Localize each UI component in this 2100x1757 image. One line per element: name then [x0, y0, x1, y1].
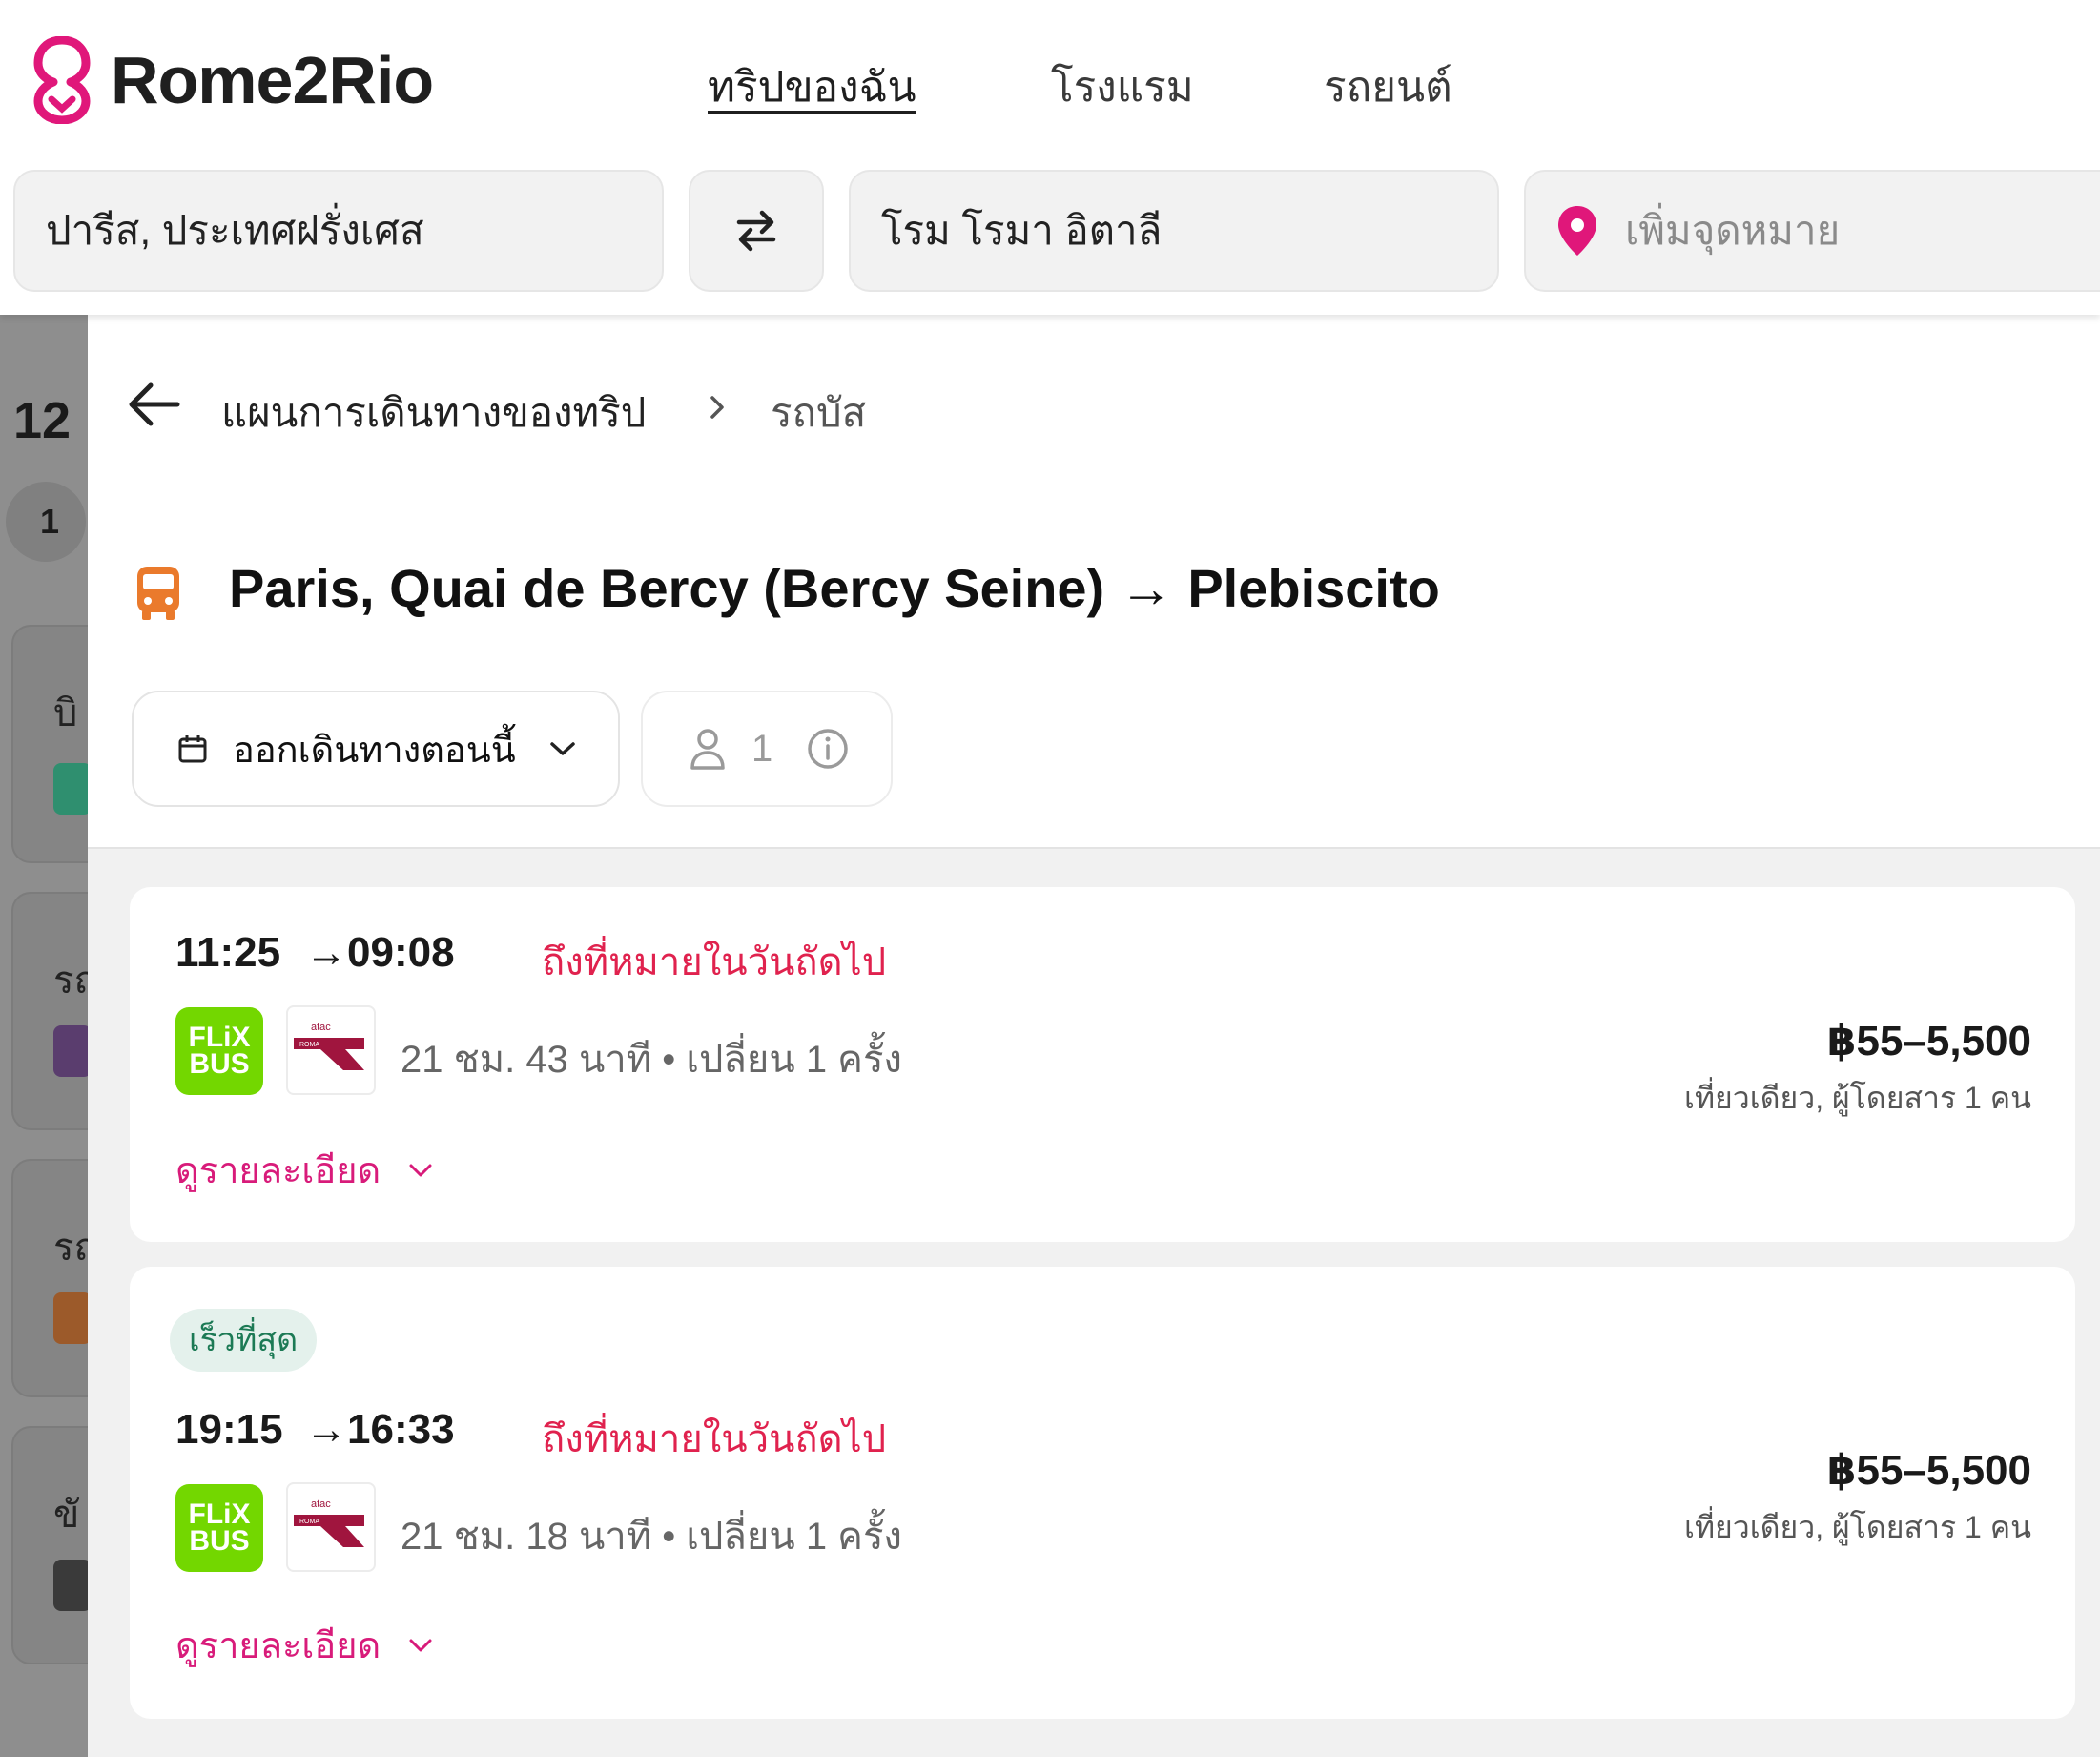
price-note: เที่ยวเดียว, ผู้โดยสาร 1 คน [1684, 1081, 2031, 1115]
chevron-down-icon [549, 742, 575, 755]
view-details-label: ดูรายละเอียด [175, 1151, 381, 1191]
panel-header: แผนการเดินทางของทริป รถบัส Paris, Quai d… [88, 315, 2100, 849]
swap-arrows-icon [736, 210, 776, 252]
nav-hotels[interactable]: โรงแรม [1051, 53, 1194, 120]
back-arrow-icon[interactable] [126, 380, 181, 429]
price-note: เที่ยวเดียว, ผู้โดยสาร 1 คน [1684, 1510, 2031, 1544]
car-icon [53, 1560, 88, 1611]
flixbus-logo-text: BUS [189, 1048, 250, 1080]
breadcrumb-bus: รถบัส [771, 390, 867, 435]
background-card [11, 1159, 88, 1397]
background-step: 1 [6, 482, 86, 562]
plane-icon [53, 763, 88, 815]
calendar-icon [178, 735, 207, 763]
origin-value: ปารีส, ประเทศฝรั่งเศส [46, 208, 424, 253]
flixbus-logo: FLiX BUS [175, 1007, 263, 1095]
info-icon[interactable] [807, 728, 849, 770]
destination-value: โรม โรมา อิตาลี [881, 208, 1163, 253]
arrow-icon: → [305, 1406, 347, 1453]
view-details-link[interactable]: ดูรายละเอียด [175, 1141, 434, 1199]
flixbus-logo-text: BUS [189, 1525, 250, 1557]
atac-logo-icon: atac ROMA [294, 1499, 364, 1547]
duration-transfers: 21 ชม. 43 นาที • เปลี่ยน 1 ครั้ง [401, 1039, 902, 1081]
background-label: ขั [53, 1494, 80, 1536]
bus-options-panel: แผนการเดินทางของทริป รถบัส Paris, Quai d… [88, 315, 2100, 1757]
add-destination-placeholder: เพิ่มจุดหมาย [1625, 208, 1841, 253]
arrival-time: 16:33 [347, 1406, 455, 1453]
background-label: รถ [53, 960, 88, 1002]
atac-logo-icon: atac ROMA [294, 1022, 364, 1070]
person-icon [690, 729, 725, 770]
bus-icon [137, 567, 179, 620]
origin-field[interactable]: ปารีส, ประเทศฝรั่งเศส [13, 170, 664, 292]
fastest-badge: เร็วที่สุด [170, 1309, 318, 1372]
bus-icon [53, 1292, 88, 1344]
breadcrumb-trip-plan[interactable]: แผนการเดินทางของทริป [221, 382, 646, 444]
chevron-down-icon [409, 1164, 432, 1176]
background-label: บิ [53, 692, 78, 734]
atac-logo-text: ROMA [299, 1519, 319, 1525]
atac-logo-text: ROMA [299, 1042, 319, 1048]
chevron-down-icon [409, 1639, 432, 1651]
location-pin-icon [1558, 206, 1596, 256]
background-card [11, 625, 88, 863]
view-details-link[interactable]: ดูรายละเอียด [175, 1616, 434, 1674]
atac-logo-text: atac [311, 1022, 331, 1033]
swap-button[interactable] [689, 170, 824, 292]
background-card [11, 892, 88, 1130]
atac-roma-logo: atac ROMA [286, 1482, 376, 1572]
passengers-button[interactable]: 1 [641, 691, 893, 807]
next-day-arrival-note: ถึงที่หมายในวันถัดไป [542, 1418, 887, 1460]
background-card [11, 1426, 88, 1664]
train-icon [53, 1025, 88, 1077]
logo-pin-icon [33, 36, 91, 124]
view-details-label: ดูรายละเอียด [175, 1626, 381, 1666]
departure-date-label: ออกเดินทางตอนนี้ [233, 730, 516, 771]
arrival-time: 09:08 [347, 929, 455, 976]
departure-time: 19:15 [175, 1406, 283, 1453]
next-day-arrival-note: ถึงที่หมายในวันถัดไป [542, 941, 887, 983]
chevron-right-icon [710, 396, 724, 419]
route-result-card[interactable]: เร็วที่สุด 19:15 → 16:33 ถึงที่หมายในวัน… [130, 1267, 2075, 1719]
arrow-icon: → [305, 929, 347, 976]
passenger-count: 1 [751, 727, 773, 770]
logo-wordmark: Rome2Rio [111, 43, 434, 117]
price-range: ฿55–5,500 [1826, 1018, 2031, 1065]
nav-my-trips[interactable]: ทริปของฉัน [708, 53, 916, 120]
atac-roma-logo: atac ROMA [286, 1005, 376, 1095]
atac-logo-text: atac [311, 1499, 331, 1510]
background-label: รถ [53, 1227, 88, 1269]
add-destination-field[interactable]: เพิ่มจุดหมาย [1524, 170, 2100, 292]
departure-date-button[interactable]: ออกเดินทางตอนนี้ [132, 691, 620, 807]
duration-transfers: 21 ชม. 18 นาที • เปลี่ยน 1 ครั้ง [401, 1516, 902, 1558]
price-range: ฿55–5,500 [1826, 1447, 2031, 1494]
rome2rio-logo[interactable]: Rome2Rio [32, 32, 434, 128]
flixbus-logo: FLiX BUS [175, 1484, 263, 1572]
nav-cars[interactable]: รถยนต์ [1324, 53, 1452, 120]
background-overlay[interactable]: 12 1 บิ รถ รถ ขั [0, 315, 88, 1757]
departure-time: 11:25 [175, 929, 281, 976]
route-result-card[interactable]: 11:25 → 09:08 ถึงที่หมายในวันถัดไป FLiX … [130, 887, 2075, 1242]
top-bar: Rome2Rio ทริปของฉัน โรงแรม รถยนต์ ปารีส,… [0, 0, 2100, 315]
destination-field[interactable]: โรม โรมา อิตาลี [849, 170, 1499, 292]
route-title: Paris, Quai de Bercy (Bercy Seine) → Ple… [229, 558, 1440, 618]
background-count: 12 [13, 392, 72, 449]
